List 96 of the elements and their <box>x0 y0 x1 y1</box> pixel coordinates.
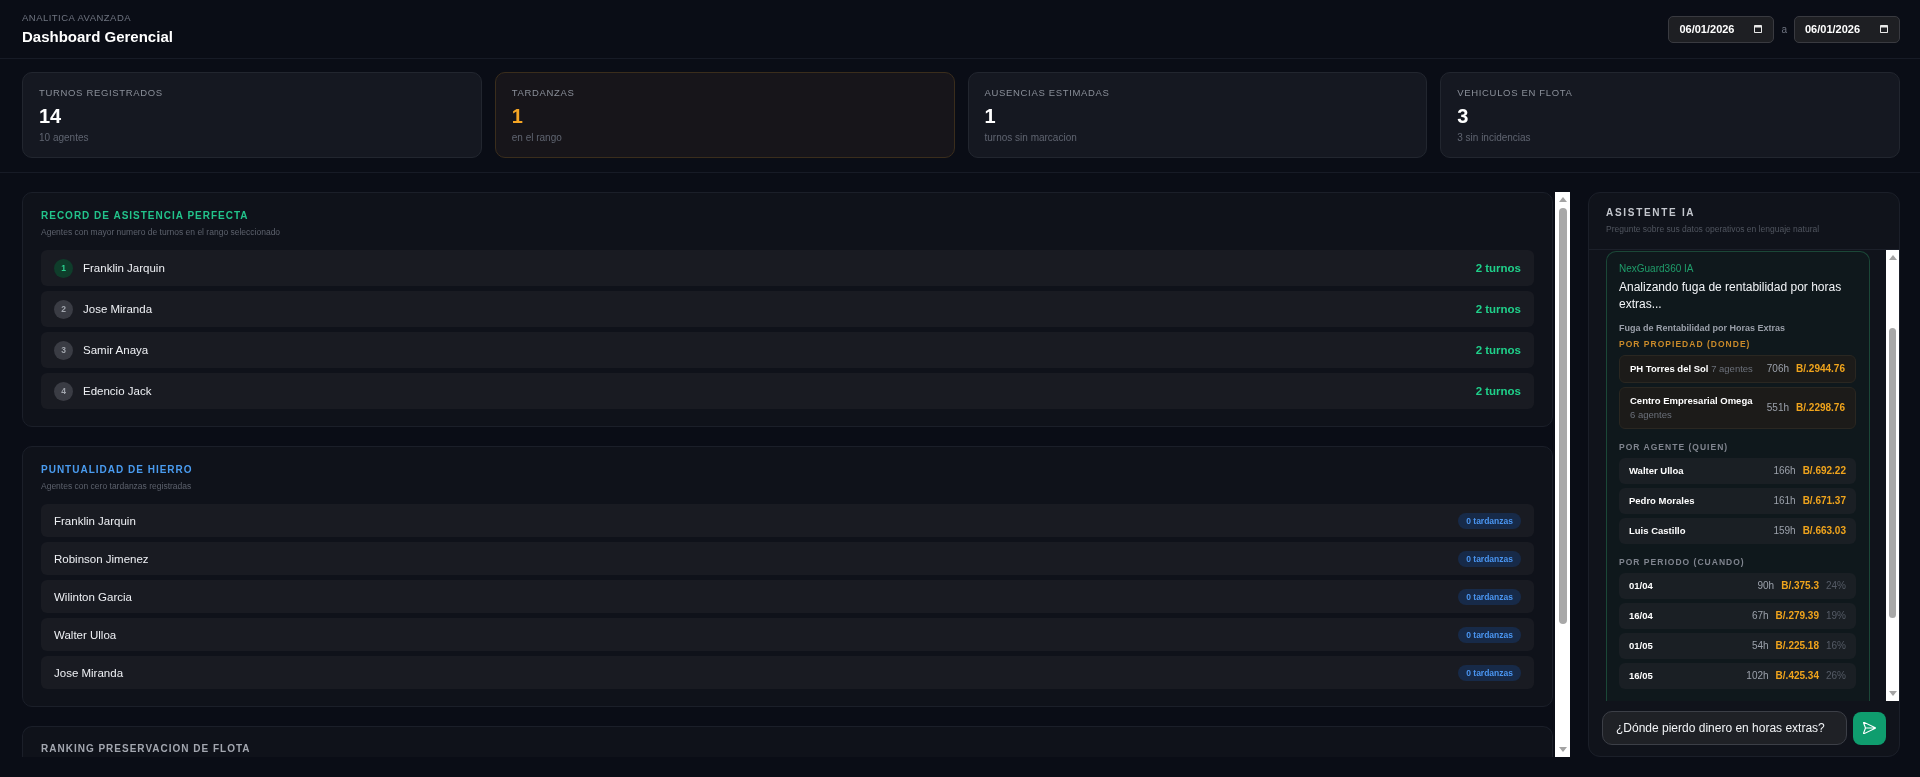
row-label: Walter Ulloa <box>1629 464 1685 478</box>
assistant-subtitle: Pregunte sobre sus datos operativos en lenguaje natural <box>1606 223 1821 235</box>
page-eyebrow: ANALITICA AVANZADA <box>22 12 133 24</box>
lateness-badge: 0 tardanzas <box>1458 664 1521 681</box>
amount-value: B/.425.34 <box>1775 669 1819 683</box>
rank-badge: 2 <box>54 299 73 319</box>
amount-value: B/.671.37 <box>1802 494 1846 508</box>
share-value: 16% <box>1826 639 1846 653</box>
shift-count: 2 turnos <box>1475 303 1521 315</box>
caret-up-icon[interactable] <box>1558 197 1567 202</box>
scrollbar-thumb[interactable] <box>1889 328 1896 618</box>
message-sender: NexGuard360 IA <box>1619 262 1695 276</box>
rank-badge: 1 <box>54 258 73 278</box>
stat-note: 10 agentes <box>39 131 90 145</box>
date-field[interactable]: 06/01/2026 <box>1794 15 1900 43</box>
caret-down-icon[interactable] <box>1558 747 1567 752</box>
page-title: Dashboard Gerencial <box>22 28 173 46</box>
section-subtitle: Agentes con mayor numero de turnos en el rango seleccionado <box>41 226 282 238</box>
agent-name: Jose Miranda <box>83 303 154 315</box>
report-title: Fuga de Rentabilidad por Horas Extras <box>1619 322 1787 334</box>
lateness-badge: 0 tardanzas <box>1458 550 1521 567</box>
stat-value: 1 <box>511 104 524 128</box>
agent-name: Wilinton Garcia <box>54 590 133 603</box>
amount-value: B/.663.03 <box>1802 524 1846 538</box>
section-title: PUNTUALIDAD DE HIERRO <box>41 464 194 476</box>
amount-value: B/.2944.76 <box>1796 362 1845 376</box>
agent-name: Franklin Jarquin <box>83 262 166 274</box>
hours-value: 551h <box>1766 401 1790 415</box>
amount-value: B/.692.22 <box>1802 464 1846 478</box>
assistant-title: ASISTENTE IA <box>1606 207 1697 219</box>
stat-label: TURNOS REGISTRADOS <box>39 86 164 100</box>
stat-value: 14 <box>39 104 63 128</box>
hours-value: 166h <box>1773 464 1796 478</box>
stat-label: AUSENCIAS ESTIMADAS <box>984 86 1111 100</box>
lateness-badge: 0 tardanzas <box>1458 626 1521 643</box>
hours-value: 54h <box>1751 639 1769 653</box>
rank-badge: 3 <box>54 340 73 360</box>
share-value: 26% <box>1826 669 1846 683</box>
range-separator: a <box>1781 23 1787 35</box>
row-label: PH Torres del Sol 7 agentes <box>1630 362 1754 376</box>
caret-up-icon[interactable] <box>1888 255 1897 260</box>
stat-value: 1 <box>984 104 997 128</box>
row-label: 01/04 <box>1629 579 1654 593</box>
agent-name: Robinson Jimenez <box>54 552 150 565</box>
hours-value: 159h <box>1773 524 1796 538</box>
agent-name: Walter Ulloa <box>54 628 118 641</box>
hours-value: 67h <box>1751 609 1769 623</box>
shift-count: 2 turnos <box>1475 262 1521 274</box>
row-label: Centro Empresarial Omega 6 agentes <box>1630 394 1754 422</box>
row-label: 01/05 <box>1629 639 1654 653</box>
section-subtitle: Agentes con cero tardanzas registradas <box>41 480 193 492</box>
hours-value: 90h <box>1757 579 1775 593</box>
share-value: 24% <box>1826 579 1846 593</box>
stat-label: VEHICULOS EN FLOTA <box>1457 86 1574 100</box>
lateness-badge: 0 tardanzas <box>1458 512 1521 529</box>
share-value: 19% <box>1826 609 1846 623</box>
shift-count: 2 turnos <box>1475 344 1521 356</box>
amount-value: B/.225.18 <box>1775 639 1819 653</box>
amount-value: B/.375.3 <box>1781 579 1819 593</box>
row-label: 16/05 <box>1629 669 1654 683</box>
stat-note: 3 sin incidencias <box>1457 131 1532 145</box>
caret-down-icon[interactable] <box>1888 691 1897 696</box>
chat-input[interactable]: ¿Dónde pierdo dinero en horas extras? <box>1602 711 1847 745</box>
section-title: RECORD DE ASISTENCIA PERFECTA <box>41 210 250 222</box>
group-title: POR AGENTE (QUIEN) <box>1619 441 1730 453</box>
message-text: Analizando fuga de rentabilidad por horas extras... <box>1619 279 1843 312</box>
stat-value: 3 <box>1457 104 1470 128</box>
calendar-icon <box>1880 25 1888 33</box>
shift-count: 2 turnos <box>1475 385 1521 397</box>
send-button[interactable] <box>1853 711 1886 745</box>
agent-name: Franklin Jarquin <box>54 514 137 527</box>
row-label: Pedro Morales <box>1629 494 1696 508</box>
stat-note: en el rango <box>511 131 563 145</box>
scrollbar[interactable] <box>1555 192 1570 757</box>
row-label: Luis Castillo <box>1629 524 1687 538</box>
rank-badge: 4 <box>54 381 73 401</box>
hours-value: 102h <box>1746 669 1769 683</box>
section-title: RANKING PRESERVACION DE FLOTA <box>41 743 252 755</box>
agent-name: Jose Miranda <box>54 666 125 679</box>
scrollbar-thumb[interactable] <box>1558 208 1567 624</box>
lateness-badge: 0 tardanzas <box>1458 588 1521 605</box>
stat-label: TARDANZAS <box>511 86 576 100</box>
scrollbar[interactable] <box>1886 250 1899 701</box>
send-icon <box>1863 722 1876 734</box>
stat-note: turnos sin marcacion <box>984 131 1078 145</box>
amount-value: B/.279.39 <box>1775 609 1819 623</box>
agent-name: Edencio Jack <box>83 385 153 397</box>
amount-value: B/.2298.76 <box>1796 401 1845 415</box>
row-label: 16/04 <box>1629 609 1654 623</box>
group-title: POR PERIODO (CUANDO) <box>1619 556 1746 568</box>
hours-value: 161h <box>1773 494 1796 508</box>
group-title: POR PROPIEDAD (DONDE) <box>1619 338 1752 350</box>
hours-value: 706h <box>1766 362 1790 376</box>
calendar-icon <box>1754 25 1763 33</box>
agent-name: Samir Anaya <box>83 344 150 356</box>
date-field[interactable]: 06/01/2026 <box>1668 15 1775 43</box>
